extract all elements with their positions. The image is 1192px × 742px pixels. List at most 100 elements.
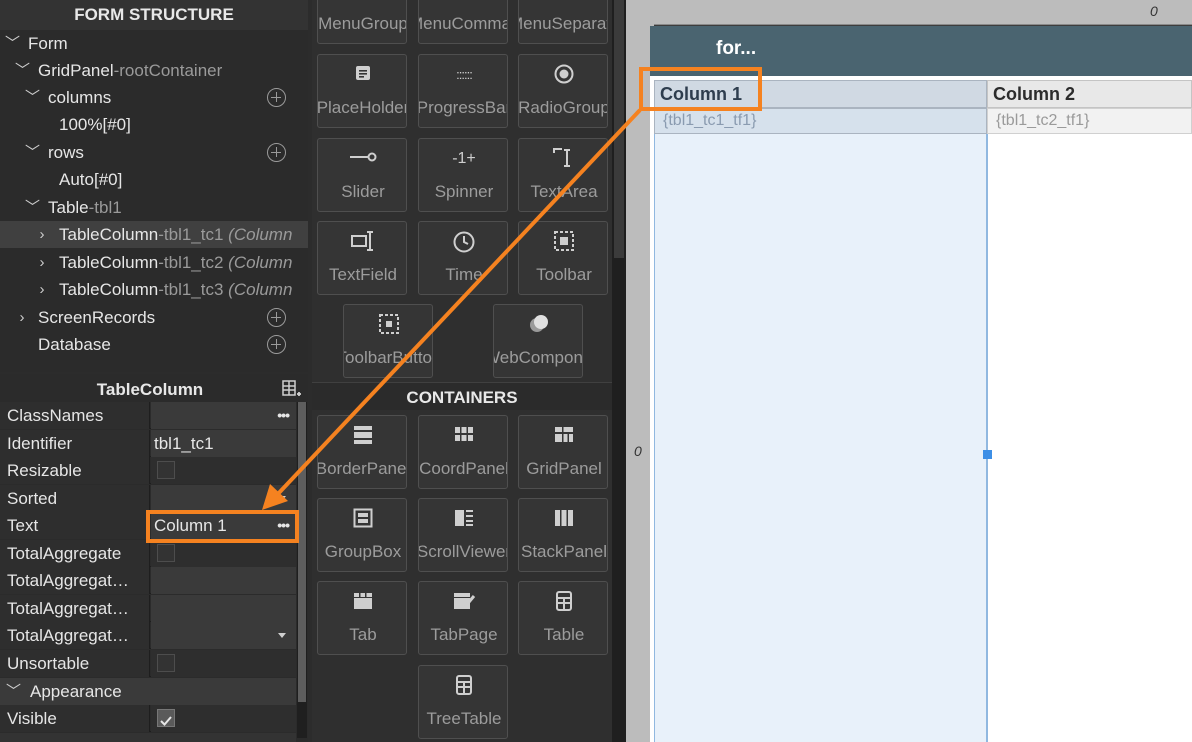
tree-item-label: Form [28,34,68,53]
unsortable-checkbox[interactable] [157,654,175,672]
scrollbar-thumb[interactable] [614,0,624,258]
column-2-header[interactable]: Column 2 [987,80,1192,108]
tree-item-row-def[interactable]: Auto[#0] [0,166,308,193]
tree-item-label: TableColumn [59,225,159,244]
dropdown-arrow-icon[interactable] [278,633,286,638]
tree-item-rows[interactable]: ﹀ rows [0,139,308,166]
palette-tile-tab[interactable]: Tab [317,581,407,655]
prop-row-classnames[interactable]: ClassNames ••• [0,402,296,429]
tile-label: TextArea [530,182,598,201]
tree-item-gridpanel[interactable]: ﹀ GridPanel-rootContainer [0,57,308,84]
add-screenrecord-icon[interactable] [267,308,286,327]
form-structure-title: FORM STRUCTURE [0,0,308,30]
tree-item-screenrecords[interactable]: › ScreenRecords [0,304,308,331]
palette-tile-menucommand[interactable]: MenuCommand [418,0,508,44]
component-palette: MenuGroup MenuCommand MenuSeparator Plac… [312,0,612,742]
palette-tile-stackpanel[interactable]: StackPanel [518,498,608,572]
palette-tile-textfield[interactable]: TextField [317,221,407,295]
palette-tile-borderpanel[interactable]: BorderPanel [317,415,407,489]
prop-row-resizable[interactable]: Resizable [0,457,296,484]
add-column-icon[interactable] [267,88,286,107]
tile-label: ToolbarButton [344,348,432,367]
tile-label: Toolbar [536,265,592,284]
prop-row-totalaggregate-4[interactable]: TotalAggregat… [0,622,296,649]
visible-checkbox[interactable] [157,709,175,727]
tile-label: RadioGroup [518,98,608,117]
palette-tile-radiogroup[interactable]: RadioGroup [518,54,608,128]
palette-tile-groupbox[interactable]: GroupBox [317,498,407,572]
add-row-icon[interactable] [267,143,286,162]
prop-row-visible[interactable]: Visible [0,705,296,732]
chevron-right-icon[interactable]: › [35,276,49,303]
column-1-cell[interactable]: {tbl1_tc1_tf1} [654,108,987,134]
tree-item-tablecolumn-3[interactable]: › TableColumn-tbl1_tc3 (Column [0,276,308,303]
palette-tile-time[interactable]: Time [418,221,508,295]
chevron-down-icon[interactable]: ﹀ [25,139,40,166]
prop-row-identifier[interactable]: Identifier tbl1_tc1 [0,430,296,457]
totalaggregate-select[interactable] [151,622,296,649]
table-column-1-body[interactable] [654,134,987,742]
chevron-right-icon[interactable]: › [15,304,29,331]
tree-item-table[interactable]: ﹀ Table-tbl1 [0,194,308,221]
toolbar-button-icon [344,313,432,341]
chevron-down-icon[interactable]: ﹀ [6,680,21,701]
palette-tile-textarea[interactable]: TextArea [518,138,608,212]
palette-tile-webcomponent[interactable]: WebComponent [493,304,583,378]
prop-value-input[interactable] [151,595,296,622]
palette-tile-coordpanel[interactable]: CoordPanel [418,415,508,489]
prop-row-unsortable[interactable]: Unsortable [0,650,296,677]
tree-item-database[interactable]: Database [0,331,308,358]
totalaggregate-checkbox[interactable] [157,544,175,562]
tree-item-tablecolumn-1[interactable]: › TableColumn-tbl1_tc1 (Column [0,221,308,248]
scrollbar-thumb[interactable] [298,402,306,702]
tree-item-form[interactable]: ﹀ Form [0,30,308,57]
tab-icon [318,590,406,618]
palette-scrollbar[interactable] [612,0,626,742]
chevron-down-icon[interactable]: ﹀ [5,30,20,57]
resizable-checkbox[interactable] [157,461,175,479]
tree-item-tablecolumn-2[interactable]: › TableColumn-tbl1_tc2 (Column [0,249,308,276]
resize-handle[interactable] [983,450,992,459]
add-database-icon[interactable] [267,335,286,354]
chevron-right-icon[interactable]: › [35,249,49,276]
prop-value-input[interactable] [151,567,296,594]
chevron-down-icon[interactable]: ﹀ [25,194,40,221]
chevron-down-icon[interactable]: ﹀ [15,57,30,84]
palette-tile-menuseparator[interactable]: MenuSeparator [518,0,608,44]
column-2-cell[interactable]: {tbl1_tc2_tf1} [987,108,1192,134]
sorted-select[interactable] [151,485,296,512]
palette-tile-menugroup[interactable]: MenuGroup [317,0,407,44]
palette-tile-toolbar[interactable]: Toolbar [518,221,608,295]
palette-tile-treetable[interactable]: TreeTable [418,665,508,739]
properties-scrollbar[interactable] [297,402,307,738]
palette-tile-placeholder[interactable]: PlaceHolder [317,54,407,128]
chevron-right-icon[interactable]: › [35,221,49,248]
prop-key: Unsortable [0,650,150,677]
prop-value-classnames[interactable]: ••• [151,402,296,429]
prop-row-totalaggregate[interactable]: TotalAggregate [0,540,296,567]
prop-row-sorted[interactable]: Sorted [0,485,296,512]
prop-row-totalaggregate-3[interactable]: TotalAggregat… [0,595,296,622]
palette-tile-scrollviewer[interactable]: ScrollViewer [418,498,508,572]
coord-panel-icon [419,424,507,452]
palette-tile-tabpage[interactable]: TabPage [418,581,508,655]
palette-tile-table[interactable]: Table [518,581,608,655]
identifier-input[interactable]: tbl1_tc1 [151,430,296,457]
appearance-group[interactable]: ﹀ Appearance [0,678,296,705]
tree-item-id: -tbl1_tc2 [158,253,224,272]
tree-item-column-def[interactable]: 100%[#0] [0,111,308,138]
chevron-down-icon[interactable]: ﹀ [25,84,40,111]
dropdown-arrow-icon[interactable] [278,496,286,501]
ellipsis-icon[interactable]: ••• [277,402,290,429]
prop-row-totalaggregate-2[interactable]: TotalAggregat… [0,567,296,594]
prop-key: Identifier [0,430,150,457]
palette-tile-gridpanel[interactable]: GridPanel [518,415,608,489]
palette-tile-toolbarbutton[interactable]: ToolbarButton [343,304,433,378]
palette-tile-spinner[interactable]: -1+ Spinner [418,138,508,212]
tree-item-columns[interactable]: ﹀ columns [0,84,308,111]
prop-value-unsortable [151,650,296,677]
palette-tile-slider[interactable]: Slider [317,138,407,212]
palette-tile-progressbar[interactable]: :::::: ProgressBar [418,54,508,128]
tree-item-label: TableColumn [59,280,159,299]
add-grid-icon[interactable] [282,379,302,399]
